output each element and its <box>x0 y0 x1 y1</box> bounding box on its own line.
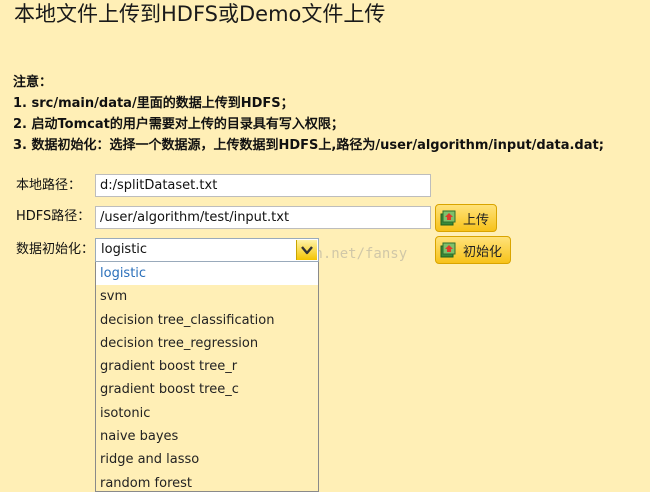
data-source-dropdown-list: logistic svm decision tree_classificatio… <box>95 262 319 492</box>
dropdown-option-naive-bayes[interactable]: naive bayes <box>96 425 318 448</box>
dropdown-option-gradient-boost-tree-r[interactable]: gradient boost tree_r <box>96 355 318 378</box>
dropdown-option-ridge-and-lasso[interactable]: ridge and lasso <box>96 448 318 471</box>
init-button[interactable]: 初始化 <box>435 236 511 264</box>
notes-heading: 注意： <box>13 75 53 90</box>
note-item-2: 2. 启动Tomcat的用户需要对上传的目录具有写入权限； <box>13 117 344 132</box>
dropdown-option-decision-tree-classification[interactable]: decision tree_classification <box>96 309 318 332</box>
dropdown-option-random-forest[interactable]: random forest <box>96 472 318 491</box>
upload-button-label: 上传 <box>463 212 490 228</box>
dropdown-option-gradient-boost-tree-c[interactable]: gradient boost tree_c <box>96 378 318 401</box>
upload-button[interactable]: 上传 <box>435 204 497 232</box>
data-source-select[interactable]: logistic <box>95 238 319 262</box>
notes-section: 注意： 1. src/main/data/里面的数据上传到HDFS； 2. 启动… <box>13 72 604 156</box>
init-icon <box>440 242 458 259</box>
dropdown-option-logistic[interactable]: logistic <box>96 262 318 286</box>
local-path-label: 本地路径： <box>16 178 82 193</box>
hdfs-path-input[interactable] <box>95 206 431 229</box>
data-init-label: 数据初始化： <box>16 242 95 257</box>
data-source-selected-value: logistic <box>101 242 148 257</box>
dropdown-option-svm[interactable]: svm <box>96 285 318 308</box>
dropdown-option-isotonic[interactable]: isotonic <box>96 402 318 425</box>
dropdown-option-decision-tree-regression[interactable]: decision tree_regression <box>96 332 318 355</box>
init-button-label: 初始化 <box>463 244 503 260</box>
chevron-down-icon[interactable] <box>296 240 317 260</box>
page-title: 本地文件上传到HDFS或Demo文件上传 <box>14 2 386 26</box>
upload-icon <box>440 210 458 227</box>
note-item-1: 1. src/main/data/里面的数据上传到HDFS； <box>13 96 294 111</box>
note-item-3: 3. 数据初始化：选择一个数据源，上传数据到HDFS上,路径为/user/alg… <box>13 138 604 153</box>
hdfs-path-label: HDFS路径： <box>16 209 91 224</box>
local-path-input[interactable] <box>95 174 431 197</box>
